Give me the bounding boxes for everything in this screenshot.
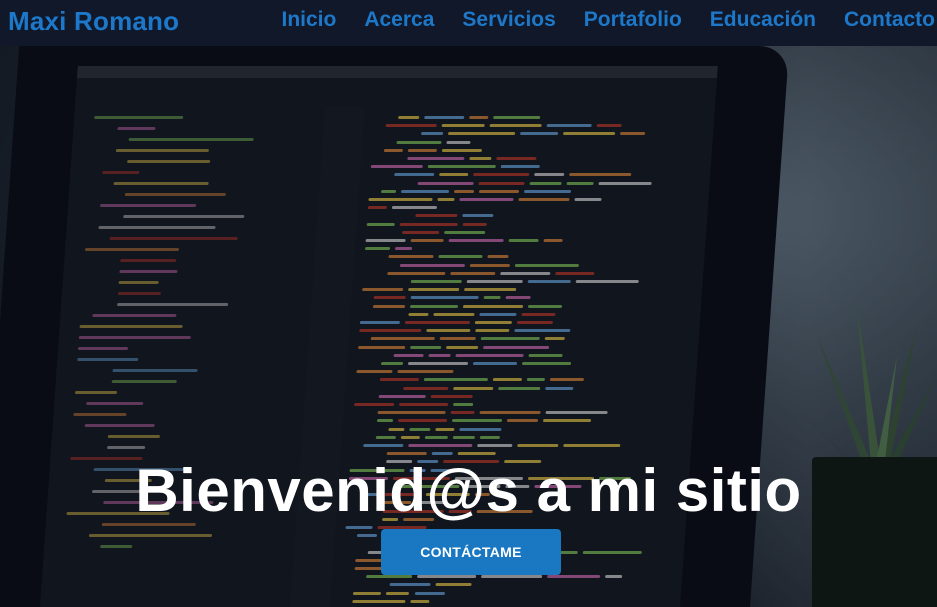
nav-item-acerca: Acerca bbox=[350, 8, 448, 32]
hero-title: Bienvenid@s a mi sitio bbox=[135, 457, 802, 524]
nav-item-educacion: Educación bbox=[696, 8, 830, 32]
top-navbar: Maxi Romano Inicio Acerca Servicios Port… bbox=[0, 0, 937, 46]
nav-link-portafolio[interactable]: Portafolio bbox=[570, 8, 696, 32]
nav-link-inicio[interactable]: Inicio bbox=[267, 8, 350, 32]
nav-link-contacto[interactable]: Contacto bbox=[830, 8, 935, 32]
nav-link-acerca[interactable]: Acerca bbox=[350, 8, 448, 32]
nav-menu: Inicio Acerca Servicios Portafolio Educa… bbox=[267, 8, 935, 32]
contact-me-button[interactable]: CONTÁCTAME bbox=[381, 529, 561, 575]
nav-item-inicio: Inicio bbox=[267, 8, 350, 32]
brand-logo-link[interactable]: Maxi Romano bbox=[8, 6, 179, 37]
nav-link-educacion[interactable]: Educación bbox=[696, 8, 830, 32]
hero-section: Bienvenid@s a mi sitio CONTÁCTAME bbox=[0, 46, 937, 607]
nav-link-servicios[interactable]: Servicios bbox=[448, 8, 569, 32]
nav-item-portafolio: Portafolio bbox=[570, 8, 696, 32]
nav-item-servicios: Servicios bbox=[448, 8, 569, 32]
nav-item-contacto: Contacto bbox=[830, 8, 935, 32]
